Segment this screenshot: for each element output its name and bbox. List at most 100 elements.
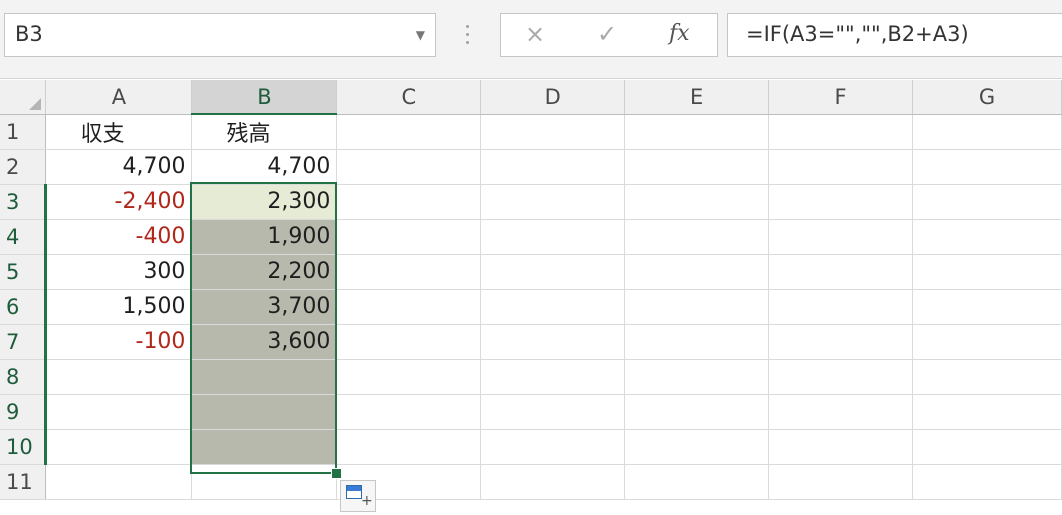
cell[interactable] (912, 184, 1062, 220)
row-header[interactable]: 2 (0, 149, 47, 185)
cell[interactable] (336, 219, 482, 255)
cell[interactable] (768, 254, 914, 290)
cell[interactable] (768, 429, 914, 465)
row-header[interactable]: 6 (0, 289, 48, 325)
cell[interactable] (768, 219, 914, 255)
column-header-f[interactable]: F (768, 80, 914, 115)
cell[interactable] (480, 254, 626, 290)
cell-b3-active[interactable]: 2,300 (191, 184, 338, 220)
cell-a4[interactable]: -400 (45, 219, 193, 255)
cell[interactable] (480, 324, 626, 360)
cell[interactable] (336, 324, 482, 360)
cell[interactable] (912, 289, 1062, 325)
cell[interactable] (912, 114, 1062, 150)
cell-b9[interactable] (191, 394, 338, 430)
cell-b5[interactable]: 2,200 (191, 254, 338, 290)
cell[interactable] (480, 149, 626, 185)
cell-a11[interactable] (45, 464, 193, 500)
cell[interactable] (336, 184, 482, 220)
row-header[interactable]: 10 (0, 429, 48, 465)
cell[interactable] (768, 289, 914, 325)
cell[interactable] (480, 394, 626, 430)
column-header-g[interactable]: G (912, 80, 1062, 115)
cell[interactable] (624, 289, 770, 325)
cell[interactable] (912, 394, 1062, 430)
cell[interactable] (336, 289, 482, 325)
column-header-b[interactable]: B (191, 80, 338, 115)
cell-b11[interactable] (191, 464, 338, 500)
cell[interactable] (480, 219, 626, 255)
cell[interactable] (624, 429, 770, 465)
cell-b7[interactable]: 3,600 (191, 324, 338, 360)
cell[interactable] (912, 324, 1062, 360)
row-header[interactable]: 9 (0, 394, 48, 430)
cell[interactable] (624, 254, 770, 290)
row-header[interactable]: 8 (0, 359, 48, 395)
enter-icon[interactable]: ✓ (597, 20, 617, 48)
cell[interactable] (912, 149, 1062, 185)
cell-a7[interactable]: -100 (45, 324, 193, 360)
cell[interactable] (336, 429, 482, 465)
row-header[interactable]: 7 (0, 324, 48, 360)
chevron-down-icon[interactable]: ▼ (416, 28, 425, 42)
cell[interactable] (768, 359, 914, 395)
cell-b1[interactable]: 残高 (191, 114, 338, 150)
name-box[interactable]: B3 ▼ (4, 13, 436, 57)
row-header[interactable]: 11 (0, 464, 47, 500)
cell-a9[interactable] (45, 394, 193, 430)
column-header-a[interactable]: A (45, 80, 193, 115)
cell-b8[interactable] (191, 359, 338, 395)
row-header[interactable]: 4 (0, 219, 48, 255)
row-header[interactable]: 5 (0, 254, 48, 290)
cell[interactable] (768, 149, 914, 185)
cell[interactable] (480, 359, 626, 395)
cell[interactable] (768, 324, 914, 360)
fill-handle[interactable] (331, 468, 342, 479)
cell[interactable] (336, 359, 482, 395)
cell[interactable] (336, 254, 482, 290)
cell[interactable] (624, 219, 770, 255)
cell[interactable] (480, 289, 626, 325)
cell-a2[interactable]: 4,700 (45, 149, 193, 185)
cell-a3[interactable]: -2,400 (45, 184, 193, 220)
cell[interactable] (624, 324, 770, 360)
cell[interactable] (336, 394, 482, 430)
cell[interactable] (336, 114, 482, 150)
cell[interactable] (912, 359, 1062, 395)
cell-a6[interactable]: 1,500 (45, 289, 193, 325)
row-header[interactable]: 3 (0, 184, 48, 220)
cell-b6[interactable]: 3,700 (191, 289, 338, 325)
cell[interactable] (480, 429, 626, 465)
cell-b10[interactable] (191, 429, 338, 465)
cell[interactable] (624, 464, 770, 500)
cell[interactable] (768, 114, 914, 150)
cell-a1[interactable]: 収支 (45, 114, 193, 150)
insert-function-icon[interactable]: fx (669, 21, 690, 46)
cell[interactable] (912, 464, 1062, 500)
cell[interactable] (624, 184, 770, 220)
row-header[interactable]: 1 (0, 114, 47, 150)
cell[interactable] (624, 359, 770, 395)
cell[interactable] (768, 184, 914, 220)
cell-a10[interactable] (45, 429, 193, 465)
cell-a8[interactable] (45, 359, 193, 395)
cell[interactable] (336, 149, 482, 185)
column-header-e[interactable]: E (624, 80, 770, 115)
cell[interactable] (624, 114, 770, 150)
cell[interactable] (624, 149, 770, 185)
column-header-c[interactable]: C (336, 80, 482, 115)
cell[interactable] (768, 464, 914, 500)
cell[interactable] (624, 394, 770, 430)
cell-a5[interactable]: 300 (45, 254, 193, 290)
cell[interactable] (912, 219, 1062, 255)
cell[interactable] (912, 429, 1062, 465)
cancel-icon[interactable]: × (525, 20, 545, 48)
cell[interactable] (480, 114, 626, 150)
cell[interactable] (912, 254, 1062, 290)
quick-analysis-button[interactable]: + (340, 480, 376, 512)
cell[interactable] (480, 184, 626, 220)
cell-b4[interactable]: 1,900 (191, 219, 338, 255)
column-header-d[interactable]: D (480, 80, 626, 115)
cell-b2[interactable]: 4,700 (191, 149, 338, 185)
cell[interactable] (768, 394, 914, 430)
